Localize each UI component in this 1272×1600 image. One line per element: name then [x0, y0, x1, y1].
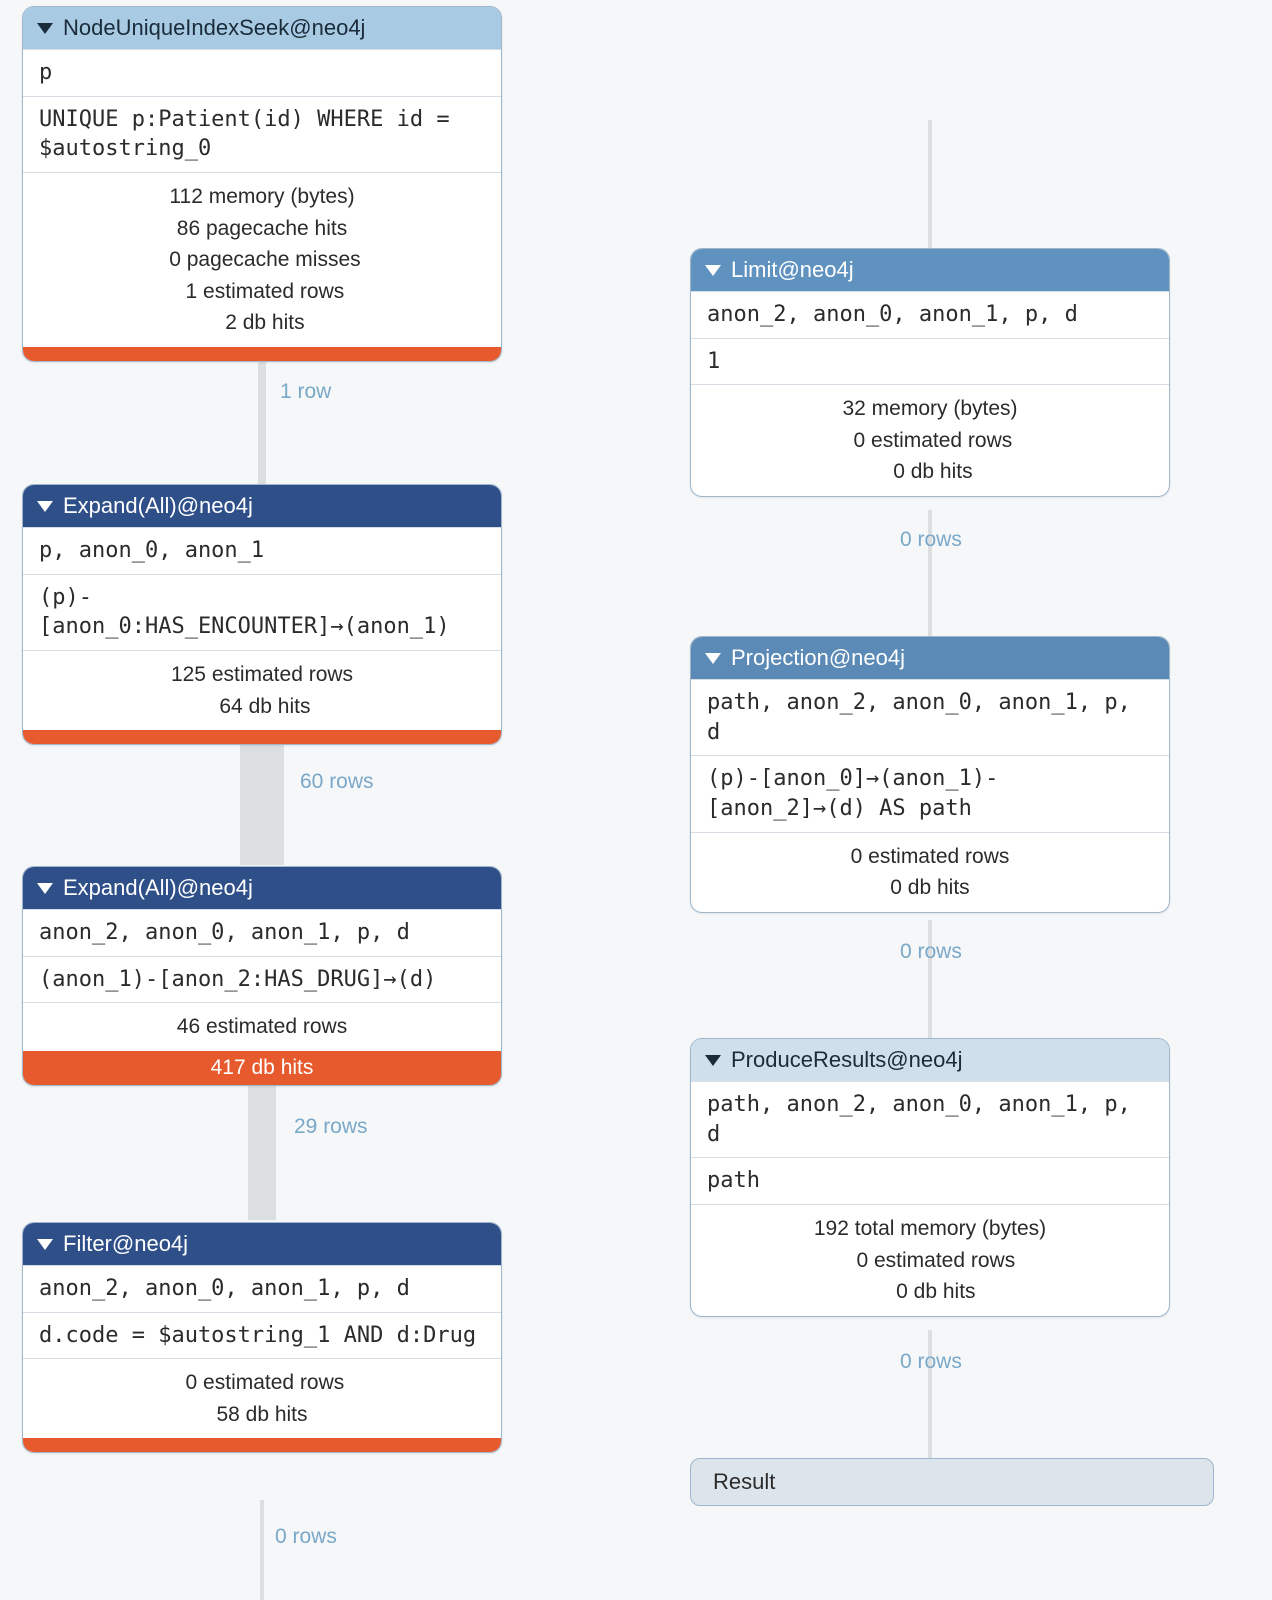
cost-bar	[23, 1438, 501, 1452]
chevron-down-icon	[705, 1055, 721, 1066]
plan-node-vars: p, anon_0, anon_1	[23, 527, 501, 574]
plan-node-detail: (p)-[anon_0]→(anon_1)-[anon_2]→(d) AS pa…	[691, 755, 1169, 831]
plan-node-header[interactable]: Limit@neo4j	[691, 249, 1169, 291]
plan-node-produceresults[interactable]: ProduceResults@neo4j path, anon_2, anon_…	[690, 1038, 1170, 1317]
plan-node-vars: path, anon_2, anon_0, anon_1, p, d	[691, 1081, 1169, 1157]
flow-label: 0 rows	[900, 528, 962, 552]
plan-node-header[interactable]: Filter@neo4j	[23, 1223, 501, 1265]
plan-node-stats: 32 memory (bytes) 0 estimated rows 0 db …	[691, 384, 1169, 496]
plan-node-vars: p	[23, 49, 501, 96]
plan-node-detail: UNIQUE p:Patient(id) WHERE id = $autostr…	[23, 96, 501, 172]
plan-node-header[interactable]: Expand(All)@neo4j	[23, 867, 501, 909]
flow-label: 0 rows	[900, 940, 962, 964]
flow-label: 0 rows	[275, 1525, 337, 1549]
plan-node-stats: 125 estimated rows 64 db hits	[23, 650, 501, 730]
connector	[248, 1075, 276, 1220]
plan-node-header[interactable]: ProduceResults@neo4j	[691, 1039, 1169, 1081]
plan-node-expandall-2[interactable]: Expand(All)@neo4j anon_2, anon_0, anon_1…	[22, 866, 502, 1086]
plan-node-detail: (anon_1)-[anon_2:HAS_DRUG]→(d)	[23, 956, 501, 1003]
plan-node-title: Expand(All)@neo4j	[63, 493, 253, 519]
flow-label: 29 rows	[294, 1115, 368, 1139]
flow-label: 60 rows	[300, 770, 374, 794]
plan-node-expandall-1[interactable]: Expand(All)@neo4j p, anon_0, anon_1 (p)-…	[22, 484, 502, 745]
plan-node-detail: (p)-[anon_0:HAS_ENCOUNTER]→(anon_1)	[23, 574, 501, 650]
plan-node-title: Expand(All)@neo4j	[63, 875, 253, 901]
plan-node-vars: anon_2, anon_0, anon_1, p, d	[691, 291, 1169, 338]
chevron-down-icon	[37, 23, 53, 34]
chevron-down-icon	[37, 883, 53, 894]
plan-node-header[interactable]: Projection@neo4j	[691, 637, 1169, 679]
plan-node-title: NodeUniqueIndexSeek@neo4j	[63, 15, 365, 41]
chevron-down-icon	[37, 501, 53, 512]
flow-label: 1 row	[280, 380, 331, 404]
plan-node-stats: 0 estimated rows 0 db hits	[691, 832, 1169, 912]
plan-node-filter[interactable]: Filter@neo4j anon_2, anon_0, anon_1, p, …	[22, 1222, 502, 1453]
plan-node-vars: path, anon_2, anon_0, anon_1, p, d	[691, 679, 1169, 755]
query-plan-canvas: NodeUniqueIndexSeek@neo4j p UNIQUE p:Pat…	[0, 0, 1272, 1600]
cost-bar	[23, 730, 501, 744]
plan-node-title: Limit@neo4j	[731, 257, 854, 283]
cost-bar	[23, 347, 501, 361]
plan-node-detail: d.code = $autostring_1 AND d:Drug	[23, 1312, 501, 1359]
connector	[928, 120, 932, 250]
plan-node-header[interactable]: Expand(All)@neo4j	[23, 485, 501, 527]
connector	[260, 1500, 264, 1600]
plan-node-title: ProduceResults@neo4j	[731, 1047, 962, 1073]
plan-node-projection[interactable]: Projection@neo4j path, anon_2, anon_0, a…	[690, 636, 1170, 913]
result-label: Result	[713, 1469, 775, 1494]
plan-node-title: Filter@neo4j	[63, 1231, 188, 1257]
plan-node-title: Projection@neo4j	[731, 645, 905, 671]
plan-node-stats: 46 estimated rows	[23, 1002, 501, 1051]
connector	[258, 345, 266, 485]
plan-node-stats: 0 estimated rows 58 db hits	[23, 1358, 501, 1438]
plan-node-result[interactable]: Result	[690, 1458, 1214, 1506]
plan-node-detail: 1	[691, 338, 1169, 385]
plan-node-vars: anon_2, anon_0, anon_1, p, d	[23, 909, 501, 956]
plan-node-header[interactable]: NodeUniqueIndexSeek@neo4j	[23, 7, 501, 49]
plan-node-limit[interactable]: Limit@neo4j anon_2, anon_0, anon_1, p, d…	[690, 248, 1170, 497]
chevron-down-icon	[37, 1239, 53, 1250]
chevron-down-icon	[705, 653, 721, 664]
connector	[928, 920, 932, 1040]
plan-node-stats: 192 total memory (bytes) 0 estimated row…	[691, 1204, 1169, 1316]
plan-node-stats: 112 memory (bytes) 86 pagecache hits 0 p…	[23, 172, 501, 347]
flow-label: 0 rows	[900, 1350, 962, 1374]
cost-bar-highlight: 417 db hits	[23, 1051, 501, 1085]
plan-node-nodeuniqueindexseek[interactable]: NodeUniqueIndexSeek@neo4j p UNIQUE p:Pat…	[22, 6, 502, 362]
plan-node-vars: anon_2, anon_0, anon_1, p, d	[23, 1265, 501, 1312]
chevron-down-icon	[705, 265, 721, 276]
plan-node-detail: path	[691, 1157, 1169, 1204]
